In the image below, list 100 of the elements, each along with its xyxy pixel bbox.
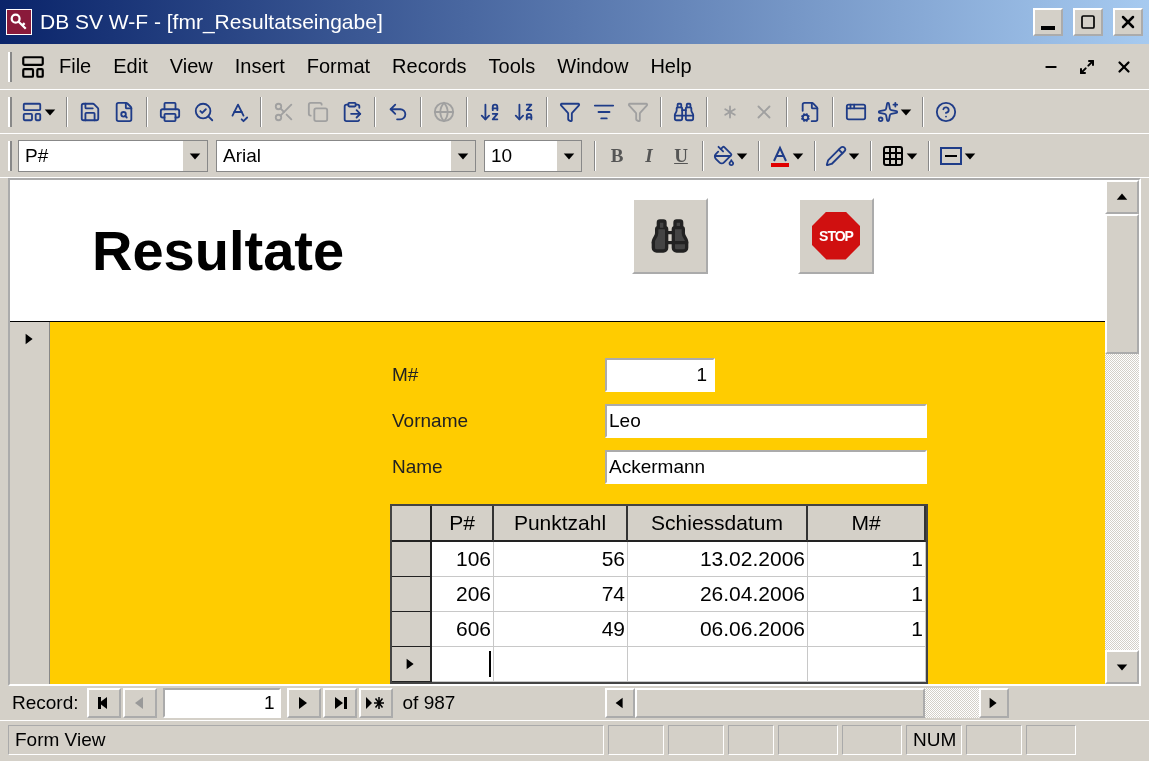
record-number-field[interactable]: 1: [162, 688, 281, 718]
column-header[interactable]: Punktzahl: [494, 506, 628, 542]
pencil-icon: [825, 144, 847, 167]
table-cell: 1: [808, 612, 926, 647]
menu-item[interactable]: View: [160, 51, 222, 82]
scroll-thumb[interactable]: [1105, 214, 1139, 354]
table-cell[interactable]: [432, 647, 494, 682]
table-cell: 56: [494, 542, 628, 577]
form-title: Resultate: [92, 218, 346, 283]
table-cell: 49: [494, 612, 628, 647]
font-size-combo[interactable]: 10: [484, 139, 582, 172]
copy-icon: [307, 100, 329, 123]
row-selector[interactable]: [392, 612, 432, 647]
table-cell: 206: [432, 577, 494, 612]
field-label: M#: [392, 364, 420, 386]
object-combo[interactable]: P#: [18, 139, 208, 172]
magnifier-icon: [193, 100, 215, 123]
save-icon: [79, 100, 101, 123]
status-pane: [728, 724, 774, 755]
app-key-icon: [6, 9, 32, 35]
status-pane: [668, 724, 724, 755]
scroll-left-button[interactable]: [604, 688, 635, 718]
status-pane: [608, 724, 664, 755]
globe-icon: [433, 100, 455, 123]
field-label: Vorname: [392, 410, 470, 432]
find-button[interactable]: [632, 197, 708, 274]
style-button[interactable]: B: [602, 139, 632, 172]
grid-icon: [881, 143, 905, 168]
status-text: Form View: [8, 724, 604, 755]
menu-item[interactable]: Help: [641, 51, 701, 82]
column-header[interactable]: P#: [432, 506, 494, 542]
row-selector[interactable]: [392, 647, 432, 682]
window-title: DB SV W-F - [fmr_Resultatseingabe]: [40, 10, 384, 34]
scissors-icon: [273, 100, 295, 123]
record-count: of 987: [402, 692, 457, 714]
minimize-icon: [1041, 26, 1055, 30]
status-pane: [1026, 724, 1076, 755]
input-field[interactable]: Ackermann: [605, 450, 927, 484]
menu-item[interactable]: Records: [383, 51, 476, 82]
paint-bucket-icon: [713, 144, 735, 167]
select-all-corner[interactable]: [392, 506, 432, 542]
file-search-icon: [113, 100, 135, 123]
input-field[interactable]: Leo: [605, 404, 927, 438]
menu-item[interactable]: Insert: [225, 51, 294, 82]
printer-icon: [159, 100, 181, 123]
clipboard-icon: [341, 100, 363, 123]
help-icon: [935, 100, 957, 123]
scroll-up-button[interactable]: [1105, 180, 1139, 214]
menu-item[interactable]: Edit: [104, 51, 157, 82]
last-record-button[interactable]: [322, 688, 357, 718]
minimize-button[interactable]: [1033, 8, 1063, 36]
properties-icon: [799, 100, 821, 123]
font-color-icon: [769, 144, 791, 167]
horizontal-scrollbar[interactable]: [604, 688, 1009, 718]
style-button[interactable]: I: [634, 139, 664, 172]
status-pane: [778, 724, 838, 755]
menu-item[interactable]: Tools: [479, 51, 545, 82]
first-record-button[interactable]: [86, 688, 121, 718]
table-cell: 1: [808, 577, 926, 612]
column-header[interactable]: Schiessdatum: [628, 506, 808, 542]
menu-item[interactable]: File: [50, 51, 101, 82]
row-selector[interactable]: [392, 542, 432, 577]
table-cell[interactable]: [808, 647, 926, 682]
table-cell: 06.06.2006: [628, 612, 808, 647]
column-header[interactable]: M#: [808, 506, 926, 542]
menu-item[interactable]: Window: [548, 51, 638, 82]
table-cell: 1: [808, 542, 926, 577]
record-label: Record:: [12, 692, 79, 714]
maximize-icon: [1080, 14, 1096, 30]
field-label: Name: [392, 456, 444, 478]
text-cursor: [489, 651, 491, 677]
scroll-down-button[interactable]: [1105, 650, 1139, 684]
table-cell: 606: [432, 612, 494, 647]
table-cell[interactable]: [494, 647, 628, 682]
new-record-icon: [364, 695, 387, 711]
table-cell: 74: [494, 577, 628, 612]
table-cell: 13.02.2006: [628, 542, 808, 577]
next-record-button[interactable]: [286, 688, 321, 718]
row-selector[interactable]: [392, 577, 432, 612]
input-field[interactable]: 1: [605, 358, 715, 392]
scroll-thumb[interactable]: [634, 688, 925, 718]
menu-item[interactable]: Format: [297, 51, 380, 82]
binoculars-icon: [673, 100, 695, 123]
form-icon[interactable]: [20, 53, 46, 80]
close-button[interactable]: [1113, 8, 1143, 36]
maximize-button[interactable]: [1073, 8, 1103, 36]
restore-icon[interactable]: [1079, 58, 1095, 75]
status-pane: [966, 724, 1022, 755]
sparkle-icon: [877, 100, 899, 123]
vertical-scrollbar[interactable]: [1105, 180, 1139, 684]
status-pane: [842, 724, 902, 755]
style-button[interactable]: U: [666, 139, 696, 172]
new-record-button[interactable]: [358, 688, 393, 718]
font-combo[interactable]: Arial: [216, 139, 476, 172]
table-cell: 106: [432, 542, 494, 577]
table-cell: 26.04.2006: [628, 577, 808, 612]
table-cell[interactable]: [628, 647, 808, 682]
scroll-right-button[interactable]: [978, 688, 1009, 718]
stop-button[interactable]: STOP: [798, 197, 874, 274]
num-lock-indicator: NUM: [906, 724, 962, 755]
